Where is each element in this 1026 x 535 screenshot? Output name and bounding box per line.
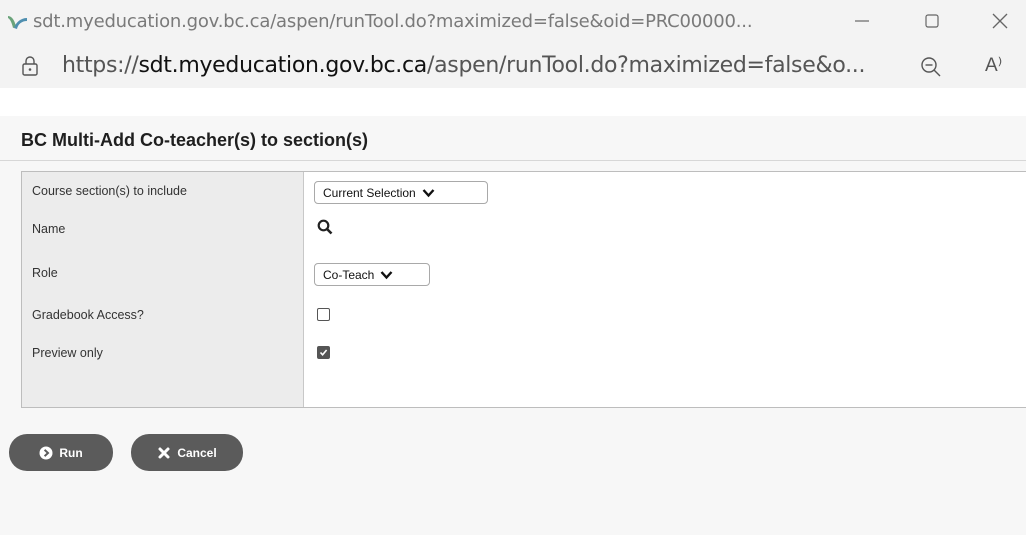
role-select[interactable]: Co-Teach: [314, 263, 430, 286]
field-label: Course section(s) to include: [32, 184, 187, 198]
window-title: sdt.myeducation.gov.bc.ca/aspen/runTool.…: [33, 11, 753, 32]
url-host: sdt.myeducation.gov.bc.ca: [138, 53, 427, 78]
maximize-icon: [925, 14, 939, 28]
form-row-gradebook-access: Gradebook Access?: [22, 296, 1026, 334]
select-value: Co-Teach: [323, 267, 375, 282]
url-path: /aspen/runTool.do?maximized=false&o...: [426, 53, 866, 78]
field-label: Name: [32, 222, 66, 236]
preview-only-checkbox[interactable]: [317, 346, 330, 359]
site-favicon-icon: [8, 16, 27, 29]
x-icon: [158, 447, 170, 458]
course-sections-select[interactable]: Current Selection: [314, 181, 488, 204]
field-label: Gradebook Access?: [32, 308, 144, 322]
close-button[interactable]: [978, 6, 1022, 36]
window-title-bar: sdt.myeducation.gov.bc.ca/aspen/runTool.…: [0, 0, 1026, 44]
chevron-down-icon: [380, 270, 393, 279]
form-row-role: Role Co-Teach: [22, 254, 1026, 292]
minimize-button[interactable]: [840, 6, 884, 36]
select-value: Current Selection: [323, 185, 416, 200]
cancel-button[interactable]: Cancel: [131, 434, 243, 471]
run-button[interactable]: Run: [9, 434, 113, 471]
tool-input-form: Course section(s) to include Current Sel…: [21, 171, 1026, 408]
address-bar: https://sdt.myeducation.gov.bc.ca/aspen/…: [0, 44, 1026, 88]
field-label: Preview only: [32, 346, 103, 360]
title-divider: [0, 160, 1026, 161]
url-protocol: https://: [62, 53, 139, 78]
read-aloud-icon[interactable]: A⁾: [985, 54, 1002, 77]
maximize-button[interactable]: [910, 6, 954, 36]
form-row-course-sections: Course section(s) to include Current Sel…: [22, 172, 1026, 210]
form-row-preview-only: Preview only: [22, 334, 1026, 372]
zoom-out-icon[interactable]: [920, 56, 942, 78]
form-row-name: Name: [22, 210, 1026, 248]
run-button-label: Run: [59, 445, 83, 460]
chevron-down-icon: [422, 188, 435, 197]
page-top-band: [0, 88, 1026, 116]
gradebook-access-checkbox[interactable]: [317, 308, 330, 321]
url-field[interactable]: https://sdt.myeducation.gov.bc.ca/aspen/…: [62, 53, 865, 78]
check-icon: [319, 349, 328, 357]
play-circle-icon: [39, 446, 53, 459]
lock-icon[interactable]: [20, 55, 40, 77]
field-label: Role: [32, 266, 58, 280]
search-icon[interactable]: [317, 219, 333, 235]
close-icon: [992, 13, 1008, 29]
cancel-button-label: Cancel: [177, 445, 217, 460]
page-title: BC Multi-Add Co-teacher(s) to section(s): [21, 130, 369, 150]
minimize-icon: [855, 20, 869, 22]
